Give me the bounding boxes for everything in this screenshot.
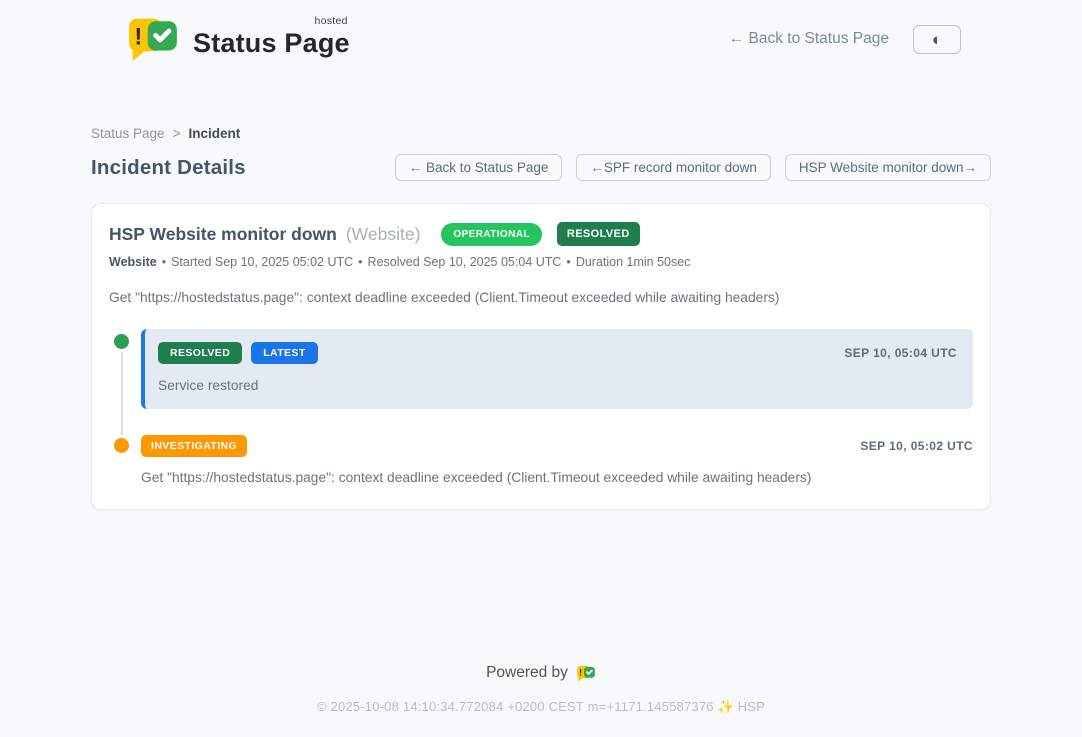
breadcrumb-incident: Incident — [188, 126, 240, 141]
timeline-entry-content: RESOLVED LATEST SEP 10, 05:04 UTC Servic… — [141, 329, 973, 409]
half-circle-contrast-icon: ◐ — [932, 31, 942, 48]
investigating-badge: INVESTIGATING — [141, 435, 247, 457]
logo-text-wrap: hosted Status Page — [193, 16, 350, 59]
statuspage-mini-logo-icon[interactable]: ! — [576, 665, 596, 682]
breadcrumb-status-page[interactable]: Status Page — [91, 126, 165, 141]
timeline-rail — [109, 435, 141, 485]
meta-component: Website — [109, 255, 157, 269]
page-header: ! hosted Status Page ← Back to Status Pa… — [0, 0, 1082, 76]
breadcrumb: Status Page > Incident — [91, 126, 991, 141]
update-message: Service restored — [158, 378, 957, 393]
incident-card: HSP Website monitor down (Website) OPERA… — [91, 203, 991, 510]
update-timestamp: SEP 10, 05:04 UTC — [844, 346, 957, 360]
header-back-link[interactable]: ← Back to Status Page — [729, 30, 889, 48]
copyright-line: © 2025-10-08 14:10:34.772084 +0200 CEST … — [0, 699, 1082, 715]
title-row: Incident Details ← Back to Status Page ←… — [91, 154, 991, 181]
powered-by: Powered by ! — [0, 664, 1082, 682]
latest-update-box: RESOLVED LATEST SEP 10, 05:04 UTC Servic… — [141, 329, 973, 409]
breadcrumb-separator: > — [173, 126, 181, 141]
badges-row: RESOLVED LATEST SEP 10, 05:04 UTC — [158, 342, 957, 364]
timeline-entry-investigating: INVESTIGATING SEP 10, 05:02 UTC Get "htt… — [109, 435, 973, 485]
meta-separator: • — [358, 255, 362, 269]
meta-separator: • — [566, 255, 570, 269]
page-title: Incident Details — [91, 156, 246, 180]
timeline-rail — [109, 329, 141, 409]
operational-status-badge: OPERATIONAL — [441, 223, 541, 246]
timeline-entry-content: INVESTIGATING SEP 10, 05:02 UTC Get "htt… — [141, 435, 973, 485]
update-timestamp: SEP 10, 05:02 UTC — [860, 439, 973, 453]
statuspage-logo-icon: ! — [123, 16, 183, 62]
incident-title-row: HSP Website monitor down (Website) OPERA… — [109, 222, 973, 246]
resolved-status-badge: RESOLVED — [557, 222, 640, 246]
page-footer: Powered by ! © 2025-10-08 14:10:34.77208… — [0, 664, 1082, 737]
green-dot-icon — [114, 334, 129, 349]
next-incident-button[interactable]: HSP Website monitor down→ — [785, 154, 991, 181]
prev-incident-button[interactable]: ←SPF record monitor down — [576, 154, 771, 181]
orange-dot-icon — [114, 438, 129, 453]
incident-nav-buttons: ← Back to Status Page ←SPF record monito… — [395, 154, 991, 181]
meta-duration: Duration 1min 50sec — [576, 255, 691, 269]
svg-text:!: ! — [134, 23, 142, 50]
badges-row: INVESTIGATING SEP 10, 05:02 UTC — [141, 435, 973, 457]
logo-hosted-label: hosted — [314, 15, 347, 27]
timeline-connector-line — [121, 351, 123, 441]
back-to-status-page-button[interactable]: ← Back to Status Page — [395, 154, 563, 181]
incident-title: HSP Website monitor down — [109, 224, 337, 245]
header-right: ← Back to Status Page ◐ — [729, 25, 961, 54]
main-content: Status Page > Incident Incident Details … — [91, 76, 991, 510]
statuspage-logo[interactable]: ! hosted Status Page — [123, 16, 350, 62]
incident-meta: Website • Started Sep 10, 2025 05:02 UTC… — [109, 255, 973, 269]
latest-badge: LATEST — [251, 342, 317, 364]
powered-by-label: Powered by — [486, 664, 568, 682]
meta-resolved: Resolved Sep 10, 2025 05:04 UTC — [368, 255, 562, 269]
timeline-entry-resolved: RESOLVED LATEST SEP 10, 05:04 UTC Servic… — [109, 329, 973, 409]
meta-started: Started Sep 10, 2025 05:02 UTC — [171, 255, 353, 269]
resolved-badge: RESOLVED — [158, 342, 242, 364]
incident-component: (Website) — [346, 224, 421, 245]
incident-description: Get "https://hostedstatus.page": context… — [109, 290, 973, 305]
theme-toggle-button[interactable]: ◐ — [913, 25, 961, 54]
update-message: Get "https://hostedstatus.page": context… — [141, 470, 973, 485]
logo-title: Status Page — [193, 28, 350, 58]
svg-text:!: ! — [579, 667, 582, 677]
incident-timeline: RESOLVED LATEST SEP 10, 05:04 UTC Servic… — [109, 329, 973, 485]
meta-separator: • — [162, 255, 166, 269]
